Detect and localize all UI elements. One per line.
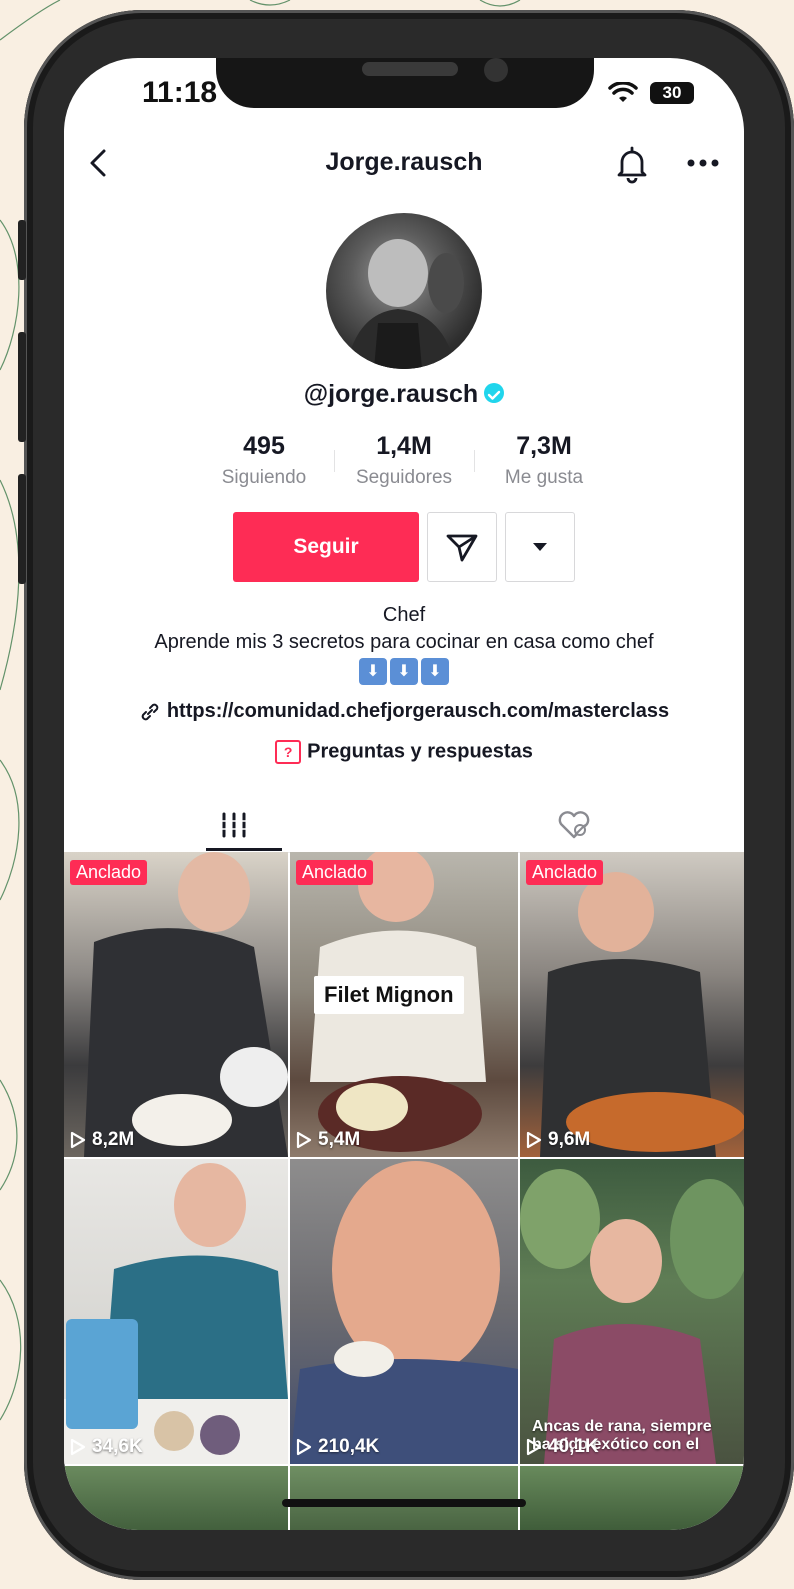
home-indicator[interactable] [282, 1499, 526, 1507]
stat-following[interactable]: 495 Siguiendo [194, 432, 334, 492]
qa-label: Preguntas y respuestas [307, 740, 533, 763]
send-message-icon [446, 534, 478, 562]
link-text: https://comunidad.chefjorgerausch.com/ma… [166, 700, 670, 722]
play-icon [526, 1131, 542, 1149]
speaker [362, 62, 458, 76]
profile-bio: Chef Aprende mis 3 secretos para cocinar… [64, 602, 744, 685]
hidden-heart-icon [558, 811, 590, 839]
message-button[interactable] [427, 512, 497, 582]
video-thumbnail-image [290, 1161, 518, 1464]
video-thumbnail-image [64, 1163, 288, 1464]
notch [216, 58, 594, 108]
video-thumbnail[interactable]: 210,4K [290, 1159, 518, 1464]
battery-indicator: 30 [650, 82, 694, 104]
phone-screen: 11:18 30 Jorge.rausch @jorge.rausch 495 … [64, 58, 744, 1530]
profile-link[interactable]: https://comunidad.chefjorgerausch.com/ma… [64, 700, 744, 723]
avatar-photo [346, 239, 464, 369]
stat-label: Me gusta [504, 467, 584, 488]
active-tab-indicator [206, 848, 282, 851]
profile-tabs [64, 798, 744, 853]
grid-icon [220, 812, 248, 838]
play-icon [70, 1131, 86, 1149]
link-icon [141, 703, 159, 720]
play-icon [526, 1438, 542, 1456]
bio-text: Aprende mis 3 secretos para cocinar en c… [154, 631, 654, 653]
video-thumbnail-image [540, 872, 744, 1157]
view-count: 40,1K [526, 1436, 599, 1458]
profile-username: @jorge.rausch [64, 380, 744, 409]
view-count-text: 34,6K [92, 1436, 143, 1457]
suggested-accounts-button[interactable] [505, 512, 575, 582]
profile-stats: 495 Siguiendo 1,4M Seguidores 7,3M Me gu… [194, 432, 614, 492]
view-count: 210,4K [296, 1436, 379, 1458]
more-options-icon[interactable] [686, 156, 720, 170]
stat-value: 1,4M [376, 432, 432, 460]
video-thumbnail[interactable]: Ancas de rana, siempre ha sido exótico c… [520, 1159, 744, 1464]
bell-icon[interactable] [612, 144, 652, 184]
down-arrow-emoji-icon: ⬇ [390, 658, 418, 685]
view-count-text: 9,6M [548, 1129, 591, 1150]
question-icon: ? [275, 740, 302, 764]
view-count-text: 40,1K [548, 1436, 599, 1457]
view-count: 34,6K [70, 1436, 143, 1458]
video-thumbnail[interactable] [64, 1466, 288, 1530]
tab-videos[interactable] [64, 798, 404, 852]
bio-emoji-row: ⬇ ⬇ ⬇ [64, 658, 744, 685]
side-button-volume-up [18, 332, 26, 442]
stat-label: Siguiendo [221, 467, 307, 488]
video-thumbnail[interactable]: Anclado 9,6M [520, 852, 744, 1157]
video-thumbnail[interactable]: Anclado Filet Mignon 5,4M [290, 852, 518, 1157]
stat-label: Seguidores [355, 467, 453, 488]
pinned-badge: Anclado [70, 860, 148, 885]
wifi-icon [608, 82, 638, 102]
view-count: 9,6M [526, 1129, 590, 1151]
pinned-badge: Anclado [526, 860, 604, 885]
play-icon [296, 1438, 312, 1456]
username-text: @jorge.rausch [303, 380, 479, 408]
qa-link[interactable]: ? Preguntas y respuestas [64, 740, 744, 764]
status-icons: 30 [608, 82, 694, 104]
follow-button[interactable]: Seguir [233, 512, 419, 582]
stat-followers[interactable]: 1,4M Seguidores [334, 432, 474, 492]
view-count-text: 8,2M [92, 1129, 135, 1150]
front-camera [484, 58, 508, 82]
video-title-overlay: Filet Mignon [314, 976, 464, 1014]
play-icon [296, 1131, 312, 1149]
side-button-silent [18, 220, 26, 280]
down-arrow-emoji-icon: ⬇ [421, 658, 449, 685]
stat-likes[interactable]: 7,3M Me gusta [474, 432, 614, 492]
down-arrow-emoji-icon: ⬇ [359, 658, 387, 685]
profile-header: Jorge.rausch [64, 138, 744, 188]
video-thumbnail-image [84, 852, 288, 1157]
view-count: 8,2M [70, 1129, 134, 1151]
tab-liked[interactable] [404, 798, 744, 852]
video-thumbnail[interactable] [290, 1466, 518, 1530]
stat-value: 495 [243, 432, 285, 460]
side-button-volume-down [18, 474, 26, 584]
view-count-text: 5,4M [318, 1129, 361, 1150]
stat-value: 7,3M [516, 432, 572, 460]
avatar[interactable] [326, 213, 482, 369]
view-count: 5,4M [296, 1129, 360, 1151]
play-icon [70, 1438, 86, 1456]
caret-down-icon [533, 543, 547, 551]
view-count-text: 210,4K [318, 1436, 380, 1457]
video-thumbnail[interactable] [520, 1466, 744, 1530]
verified-badge-icon [484, 383, 505, 404]
pinned-badge: Anclado [296, 860, 374, 885]
status-time: 11:18 [142, 76, 218, 109]
bio-title: Chef [382, 604, 426, 626]
video-thumbnail[interactable]: Anclado 8,2M [64, 852, 288, 1157]
video-thumbnail[interactable]: 34,6K [64, 1159, 288, 1464]
